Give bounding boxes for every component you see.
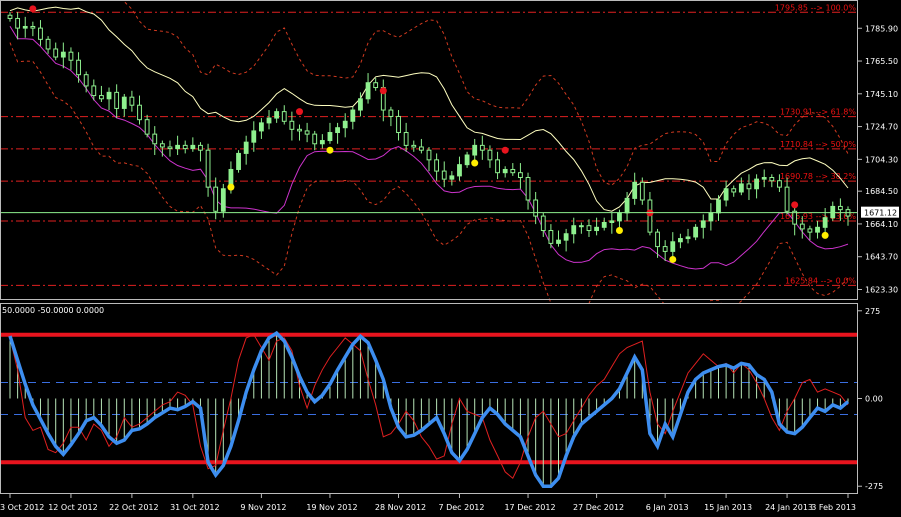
date-tick-label: 9 Nov 2012 <box>240 503 286 512</box>
date-tick-label: 19 Nov 2012 <box>306 503 357 512</box>
red-signal-dot <box>295 108 303 116</box>
price-tick-label: 1623.30 <box>865 285 898 294</box>
price-tick-label: 1684.50 <box>865 187 898 196</box>
osc-tick-label: 275 <box>865 307 880 316</box>
price-axis: 1785.90 1765.50 1745.10 1724.70 1704.30 1684.… <box>858 24 898 294</box>
date-axis: 3 Oct 2012 12 Oct 2012 22 Oct 2012 31 Oct 2… <box>0 494 856 512</box>
candle <box>236 150 241 173</box>
date-tick-label: 3 Feb 2013 <box>811 503 856 512</box>
yellow-signal-dot <box>669 255 677 263</box>
red-signal-dot <box>29 5 37 13</box>
yellow-signal-dot <box>227 183 235 191</box>
fib-label: 1730.91 --> 61.8% <box>780 108 856 117</box>
fib-label: 1625.84 --> 0.0% <box>785 276 856 285</box>
fib-label: 1690.78 --> 38.2% <box>780 172 856 181</box>
red-signal-dot <box>791 201 799 209</box>
price-tick-label: 1785.90 <box>865 24 898 33</box>
date-tick-label: 12 Oct 2012 <box>48 503 97 512</box>
price-tick-label: 1664.10 <box>865 220 898 229</box>
yellow-signal-dot <box>326 146 334 154</box>
price-tick-label: 1765.50 <box>865 57 898 66</box>
date-tick-label: 24 Jan 2013 <box>765 503 813 512</box>
date-tick-label: 17 Dec 2012 <box>504 503 555 512</box>
osc-tick-label: 0.00 <box>865 395 883 404</box>
red-signal-dot <box>379 87 387 95</box>
fib-label: 1795.85 --> 100.0% <box>775 3 857 12</box>
date-tick-label: 27 Dec 2012 <box>573 503 624 512</box>
chart-canvas: 1795.85 --> 100.0%1730.91 --> 61.8%1710.… <box>0 0 899 512</box>
current-price-badge: 1671.12 <box>861 206 899 218</box>
fib-label: 1665.93 --> 23.6% <box>780 212 856 221</box>
date-tick-label: 6 Jan 2013 <box>646 503 689 512</box>
yellow-signal-dot <box>615 227 623 235</box>
current-price-label: 1671.12 <box>864 209 897 218</box>
date-tick-label: 28 Nov 2012 <box>375 503 426 512</box>
price-tick-label: 1643.70 <box>865 253 898 262</box>
yellow-signal-dot <box>821 231 829 239</box>
date-tick-label: 22 Oct 2012 <box>109 503 158 512</box>
price-tick-label: 1724.70 <box>865 123 898 132</box>
indicator-header: 50.0000 -50.0000 0.0000 <box>2 306 104 315</box>
date-tick-label: 3 Oct 2012 <box>0 503 44 512</box>
osc-tick-label: -275 <box>865 482 883 491</box>
yellow-signal-dot <box>471 159 479 167</box>
date-tick-label: 31 Oct 2012 <box>170 503 219 512</box>
date-tick-label: 7 Dec 2012 <box>438 503 484 512</box>
indicator-panel <box>0 303 858 493</box>
price-tick-label: 1704.30 <box>865 155 898 164</box>
oscillator-axis: 275 0.00 -275 <box>858 307 883 491</box>
red-signal-dot <box>501 146 509 154</box>
date-tick-label: 15 Jan 2013 <box>704 503 752 512</box>
price-tick-label: 1745.10 <box>865 90 898 99</box>
